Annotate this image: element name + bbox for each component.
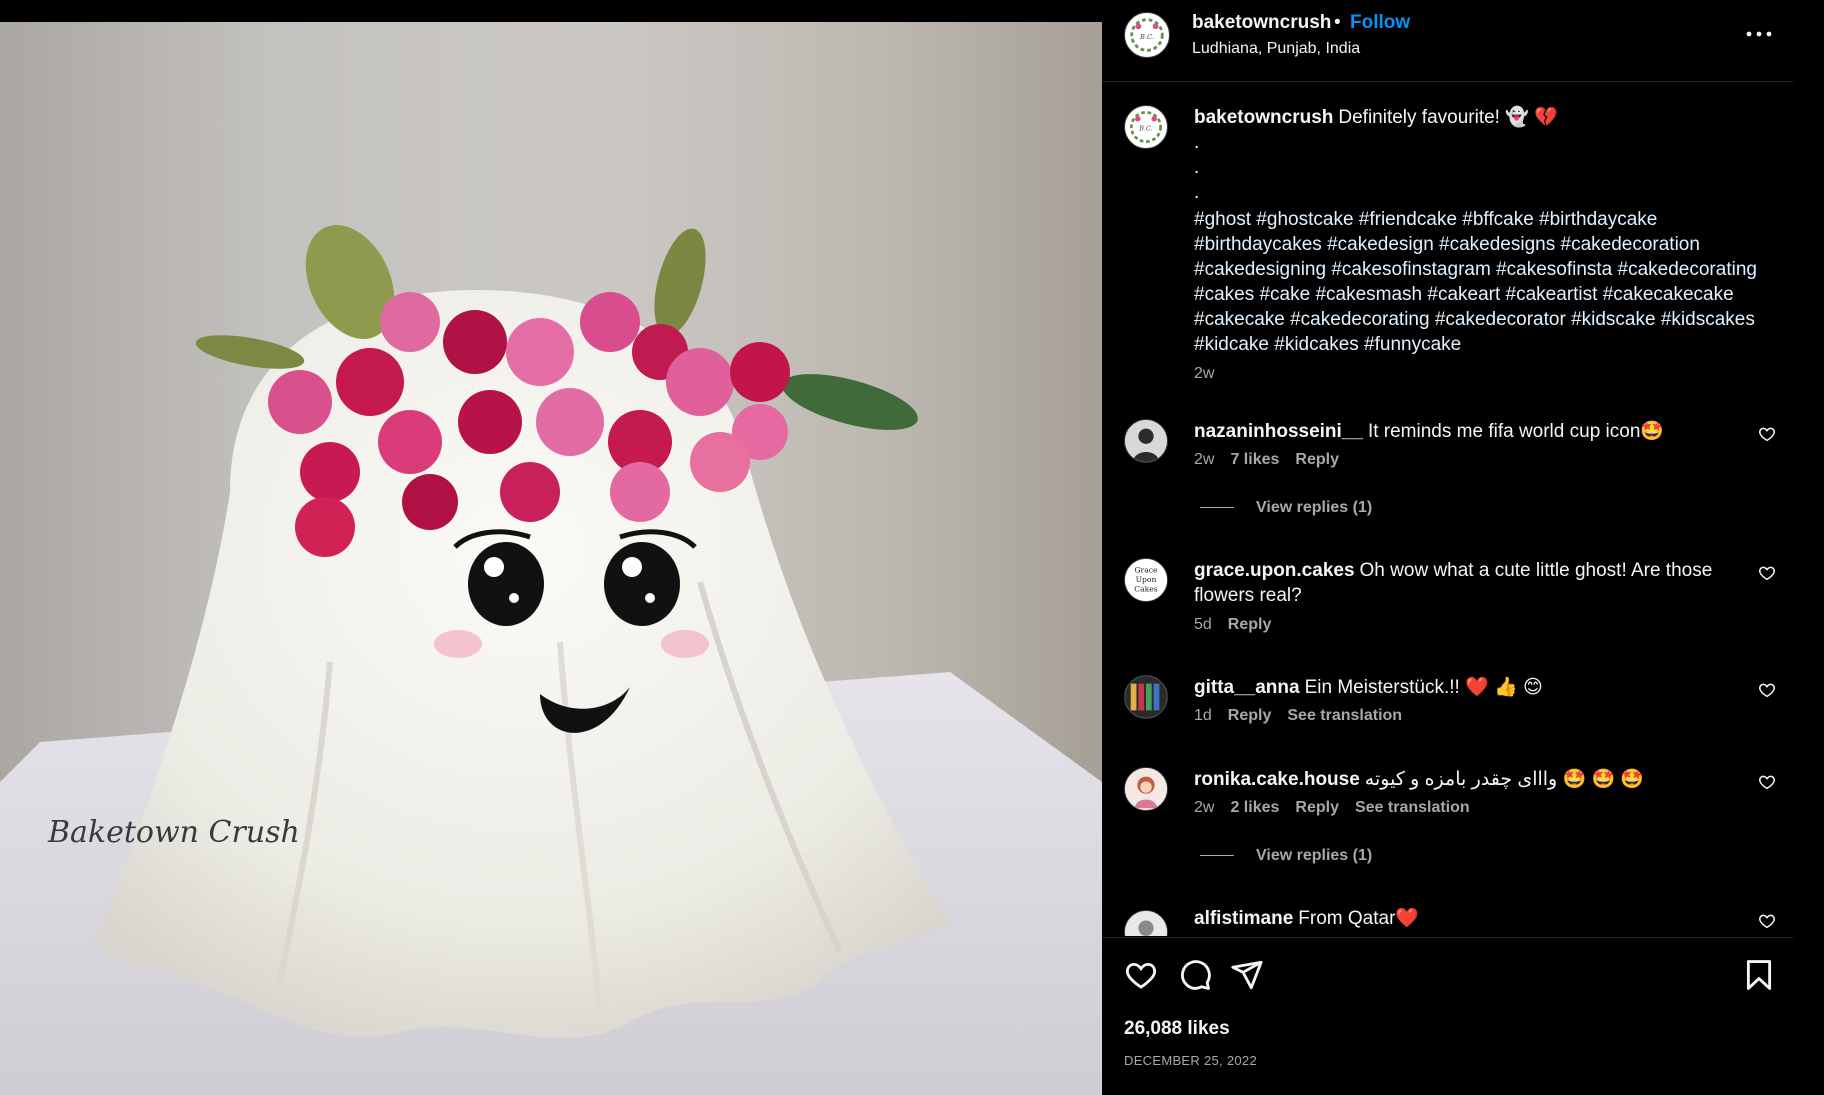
comment-username[interactable]: ronika.cake.house	[1194, 769, 1360, 790]
reply-button[interactable]: Reply	[1295, 451, 1339, 468]
comment-time[interactable]: 2w	[1194, 451, 1214, 468]
like-comment-icon[interactable]	[1758, 773, 1776, 791]
svg-text:Grace: Grace	[1134, 565, 1158, 574]
reply-button[interactable]: Reply	[1228, 707, 1272, 724]
comment-text-block: ronika.cake.house وااای چقدر بامزه و کیوت…	[1194, 767, 1754, 792]
post-date[interactable]: DECEMBER 25, 2022	[1124, 1053, 1257, 1068]
author-avatar[interactable]: B.C.	[1124, 12, 1170, 58]
comment-text-block: grace.upon.cakes Oh wow what a cute littl…	[1194, 558, 1754, 608]
comment-username[interactable]: grace.upon.cakes	[1194, 560, 1355, 581]
post-header: B.C. baketowncrush • Follow Ludhiana, Pu…	[1102, 0, 1793, 82]
caption-avatar[interactable]: B.C.	[1124, 105, 1168, 149]
sidebar-edge	[1793, 0, 1824, 1095]
comment-likes[interactable]: 7 likes	[1230, 451, 1279, 468]
comment-text: Ein Meisterstück.!! ❤️ 👍 😊	[1304, 677, 1543, 698]
post-caption: B.C. baketowncrush Definitely favourite! …	[1102, 83, 1793, 393]
likes-count[interactable]: 26,088 likes	[1124, 1018, 1230, 1040]
like-comment-icon[interactable]	[1758, 425, 1776, 443]
caption-dot-3: .	[1194, 182, 1200, 203]
post-location[interactable]: Ludhiana, Punjab, India	[1192, 40, 1360, 58]
comment-text: From Qatar❤️	[1298, 908, 1420, 929]
comment-text-block: alfistimane From Qatar❤️	[1194, 906, 1754, 931]
follow-button[interactable]: Follow	[1350, 12, 1410, 34]
author-username[interactable]: baketowncrush	[1192, 12, 1331, 34]
comment-time[interactable]: 5d	[1194, 616, 1212, 633]
comment-username[interactable]: nazaninhosseini__	[1194, 421, 1363, 442]
see-translation-button[interactable]: See translation	[1287, 707, 1402, 724]
comment-time[interactable]: 1d	[1194, 707, 1212, 724]
like-comment-icon[interactable]	[1758, 912, 1776, 930]
comment-likes[interactable]: 2 likes	[1230, 799, 1279, 816]
comment-text: وااای چقدر بامزه و کیوته 🤩 🤩 🤩	[1364, 769, 1645, 790]
caption-dot-2: .	[1194, 157, 1200, 178]
reply-button[interactable]: Reply	[1295, 799, 1339, 816]
comment-text-block: gitta__anna Ein Meisterstück.!! ❤️ 👍 😊	[1194, 675, 1754, 700]
comment-meta: 1d Reply See translation	[1194, 707, 1418, 725]
commenter-avatar[interactable]	[1124, 675, 1168, 719]
comments-list[interactable]: B.C. baketowncrush Definitely favourite! …	[1102, 83, 1793, 936]
view-replies-button[interactable]: View replies (1)	[1200, 499, 1372, 517]
svg-text:Cakes: Cakes	[1134, 584, 1158, 593]
comment-username[interactable]: alfistimane	[1194, 908, 1293, 929]
caption-timestamp[interactable]: 2w	[1194, 365, 1214, 383]
commenter-avatar[interactable]	[1124, 767, 1168, 811]
svg-text:B.C.: B.C.	[1139, 33, 1154, 41]
more-options-icon[interactable]	[1742, 22, 1776, 46]
caption-username[interactable]: baketowncrush	[1194, 107, 1333, 128]
reply-button[interactable]: Reply	[1228, 616, 1272, 633]
comment-meta: 2w 7 likes Reply	[1194, 451, 1355, 469]
commenter-avatar[interactable]	[1124, 910, 1168, 936]
ghost-cake-image: Baketown Crush	[0, 225, 1102, 1095]
svg-text:Upon: Upon	[1136, 575, 1157, 584]
separator-dot: •	[1334, 12, 1341, 33]
comment-time[interactable]: 2w	[1194, 799, 1214, 816]
caption-hashtags[interactable]: #ghost #ghostcake #friendcake #bffcake #…	[1194, 207, 1764, 357]
comment-meta: 5d Reply	[1194, 616, 1287, 634]
view-replies-button[interactable]: View replies (1)	[1200, 847, 1372, 865]
post-actions: 26,088 likes DECEMBER 25, 2022	[1102, 937, 1793, 1095]
comment-icon[interactable]	[1178, 958, 1212, 992]
post-photo[interactable]: Baketown Crush	[0, 22, 1102, 1095]
comment-meta: 2w 2 likes Reply See translation	[1194, 799, 1486, 817]
watermark: Baketown Crush	[47, 815, 300, 850]
comment-text-block: nazaninhosseini__ It reminds me fifa worl…	[1194, 419, 1754, 444]
post-sidebar: B.C. baketowncrush • Follow Ludhiana, Pu…	[1102, 0, 1824, 1095]
save-bookmark-icon[interactable]	[1742, 958, 1776, 992]
caption-dot-1: .	[1194, 132, 1200, 153]
caption-text-block: baketowncrush Definitely favourite! 👻 💔 .…	[1194, 105, 1764, 205]
share-icon[interactable]	[1230, 958, 1264, 992]
svg-text:B.C.: B.C.	[1138, 125, 1152, 133]
like-comment-icon[interactable]	[1758, 564, 1776, 582]
caption-text: Definitely favourite! 👻 💔	[1338, 107, 1558, 128]
comment-text: It reminds me fifa world cup icon🤩	[1367, 421, 1665, 442]
like-comment-icon[interactable]	[1758, 681, 1776, 699]
comment-username[interactable]: gitta__anna	[1194, 677, 1300, 698]
commenter-avatar[interactable]	[1124, 419, 1168, 463]
see-translation-button[interactable]: See translation	[1355, 799, 1470, 816]
like-heart-icon[interactable]	[1124, 958, 1158, 992]
commenter-avatar[interactable]: Grace Upon Cakes	[1124, 558, 1168, 602]
